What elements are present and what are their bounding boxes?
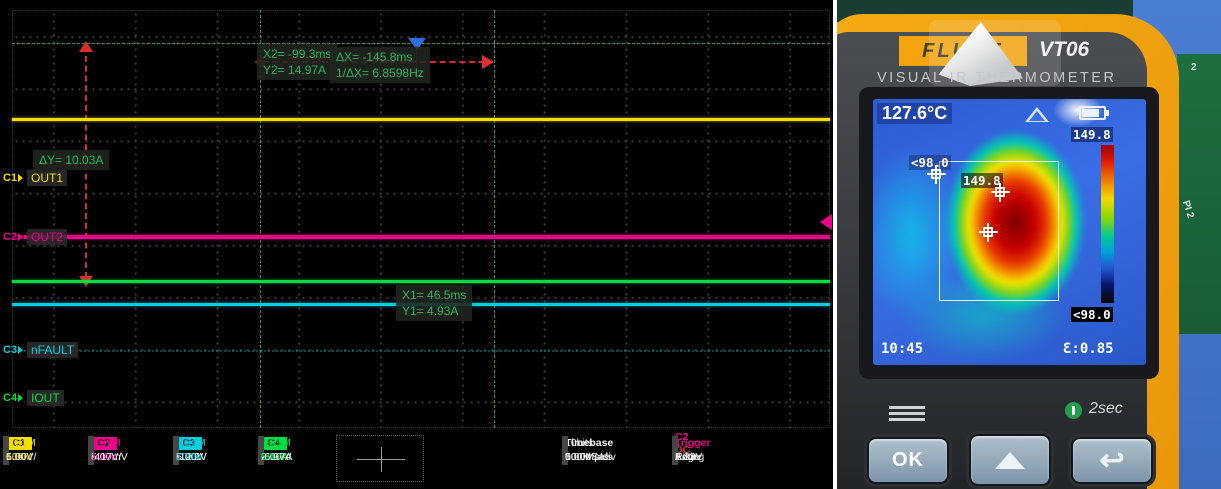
cursor-x1-line[interactable] — [494, 10, 495, 428]
channel-descriptor-c1[interactable]: C1 DC1M 10X 5.00V/ 100M 6.00V — [3, 436, 85, 480]
cursor-readout-dy: ΔY= 10.03A — [33, 150, 110, 170]
menu-icon — [889, 406, 925, 409]
cold-marker-crosshair-icon — [927, 165, 946, 184]
circuit-board: 2 PI 2 — [1177, 54, 1221, 334]
arrow-up-icon — [79, 41, 93, 52]
up-arrow-icon — [995, 451, 1025, 469]
battery-icon — [1079, 106, 1109, 120]
screenshot-frame: C1 OUT1 C2 OUT2 C3 nFAULT C4 IOUT X2= -9… — [0, 0, 1221, 489]
cursor-readout-xy2: X2= -99.3ms Y2= 14.97A — [257, 44, 338, 80]
channel-descriptor-c4[interactable]: C4 DC1M 0.1V/A 2.00A/ 100M -6.97A — [258, 436, 340, 480]
emissivity-readout: Ɛ:0.85 — [1063, 341, 1114, 357]
trace-label-c2: OUT2 — [27, 229, 68, 245]
trace-c1 — [12, 118, 830, 121]
thermometer-photo: 2 PI 2 FLUKE VT06 VISUAL IR THERMOMETER … — [837, 0, 1221, 489]
back-arrow-icon: ↩ — [1099, 443, 1125, 477]
power-icon — [1065, 402, 1082, 419]
channel-marker-c1[interactable]: C1 — [2, 172, 25, 184]
back-button: ↩ — [1071, 437, 1153, 484]
trigger-level-icon[interactable] — [820, 214, 832, 230]
trace-label-c1: OUT1 — [27, 170, 68, 186]
trace-c2 — [12, 235, 830, 239]
channel-descriptor-c3[interactable]: C3 DC1M 10X 5.00V/ 100M -12.2V — [173, 436, 255, 480]
scale-min-label: <98.0 — [1071, 307, 1113, 322]
oscilloscope-display: C1 OUT1 C2 OUT2 C3 nFAULT C4 IOUT X2= -9… — [0, 0, 833, 489]
channel-marker-c4[interactable]: C4 — [2, 392, 25, 404]
arrow-right-icon — [482, 55, 494, 69]
power-hint-label: 2sec — [1089, 400, 1123, 417]
temperature-scale-bar — [1101, 145, 1114, 303]
channel-marker-c2[interactable]: C2 — [2, 231, 25, 243]
thermal-screen: 127.6°C <98.0 149.8 149.8 <98.0 10:45 Ɛ:… — [873, 99, 1146, 365]
trace-c3-low — [12, 350, 830, 352]
device-subtitle: VISUAL IR THERMOMETER — [877, 70, 1117, 86]
trace-c4 — [12, 280, 830, 283]
channel-marker-c3[interactable]: C3 — [2, 344, 25, 356]
timebase-descriptor[interactable]: Timebase 10bits 0.00s 50.0ms/div 50.0Mpts 1… — [562, 436, 668, 480]
trigger-descriptor[interactable]: Trigger C2 DC Auto 1.83V Edge Rising — [672, 431, 762, 480]
channel-descriptor-c2[interactable]: C2 DC1M 10X 5.00V/ 100M -417mV — [88, 436, 170, 480]
ok-button: OK — [867, 437, 949, 484]
up-button — [969, 434, 1051, 486]
cursor-readout-delta: ΔX= -145.8ms 1/ΔX= 6.8598Hz — [330, 47, 430, 83]
trace-label-c4: IOUT — [27, 390, 64, 406]
trace-label-c3: nFAULT — [27, 342, 79, 358]
clock-readout: 10:45 — [881, 341, 924, 357]
cursor-readout-xy1: X1= 46.5ms Y1= 4.93A — [396, 285, 473, 321]
center-crosshair-icon — [979, 223, 998, 242]
center-temperature-readout: 127.6°C — [877, 103, 953, 124]
hot-marker-crosshair-icon — [991, 183, 1010, 202]
scale-max-label: 149.8 — [1071, 127, 1113, 142]
zoom-preview-box[interactable] — [336, 435, 424, 482]
alarm-icon — [1025, 107, 1049, 122]
